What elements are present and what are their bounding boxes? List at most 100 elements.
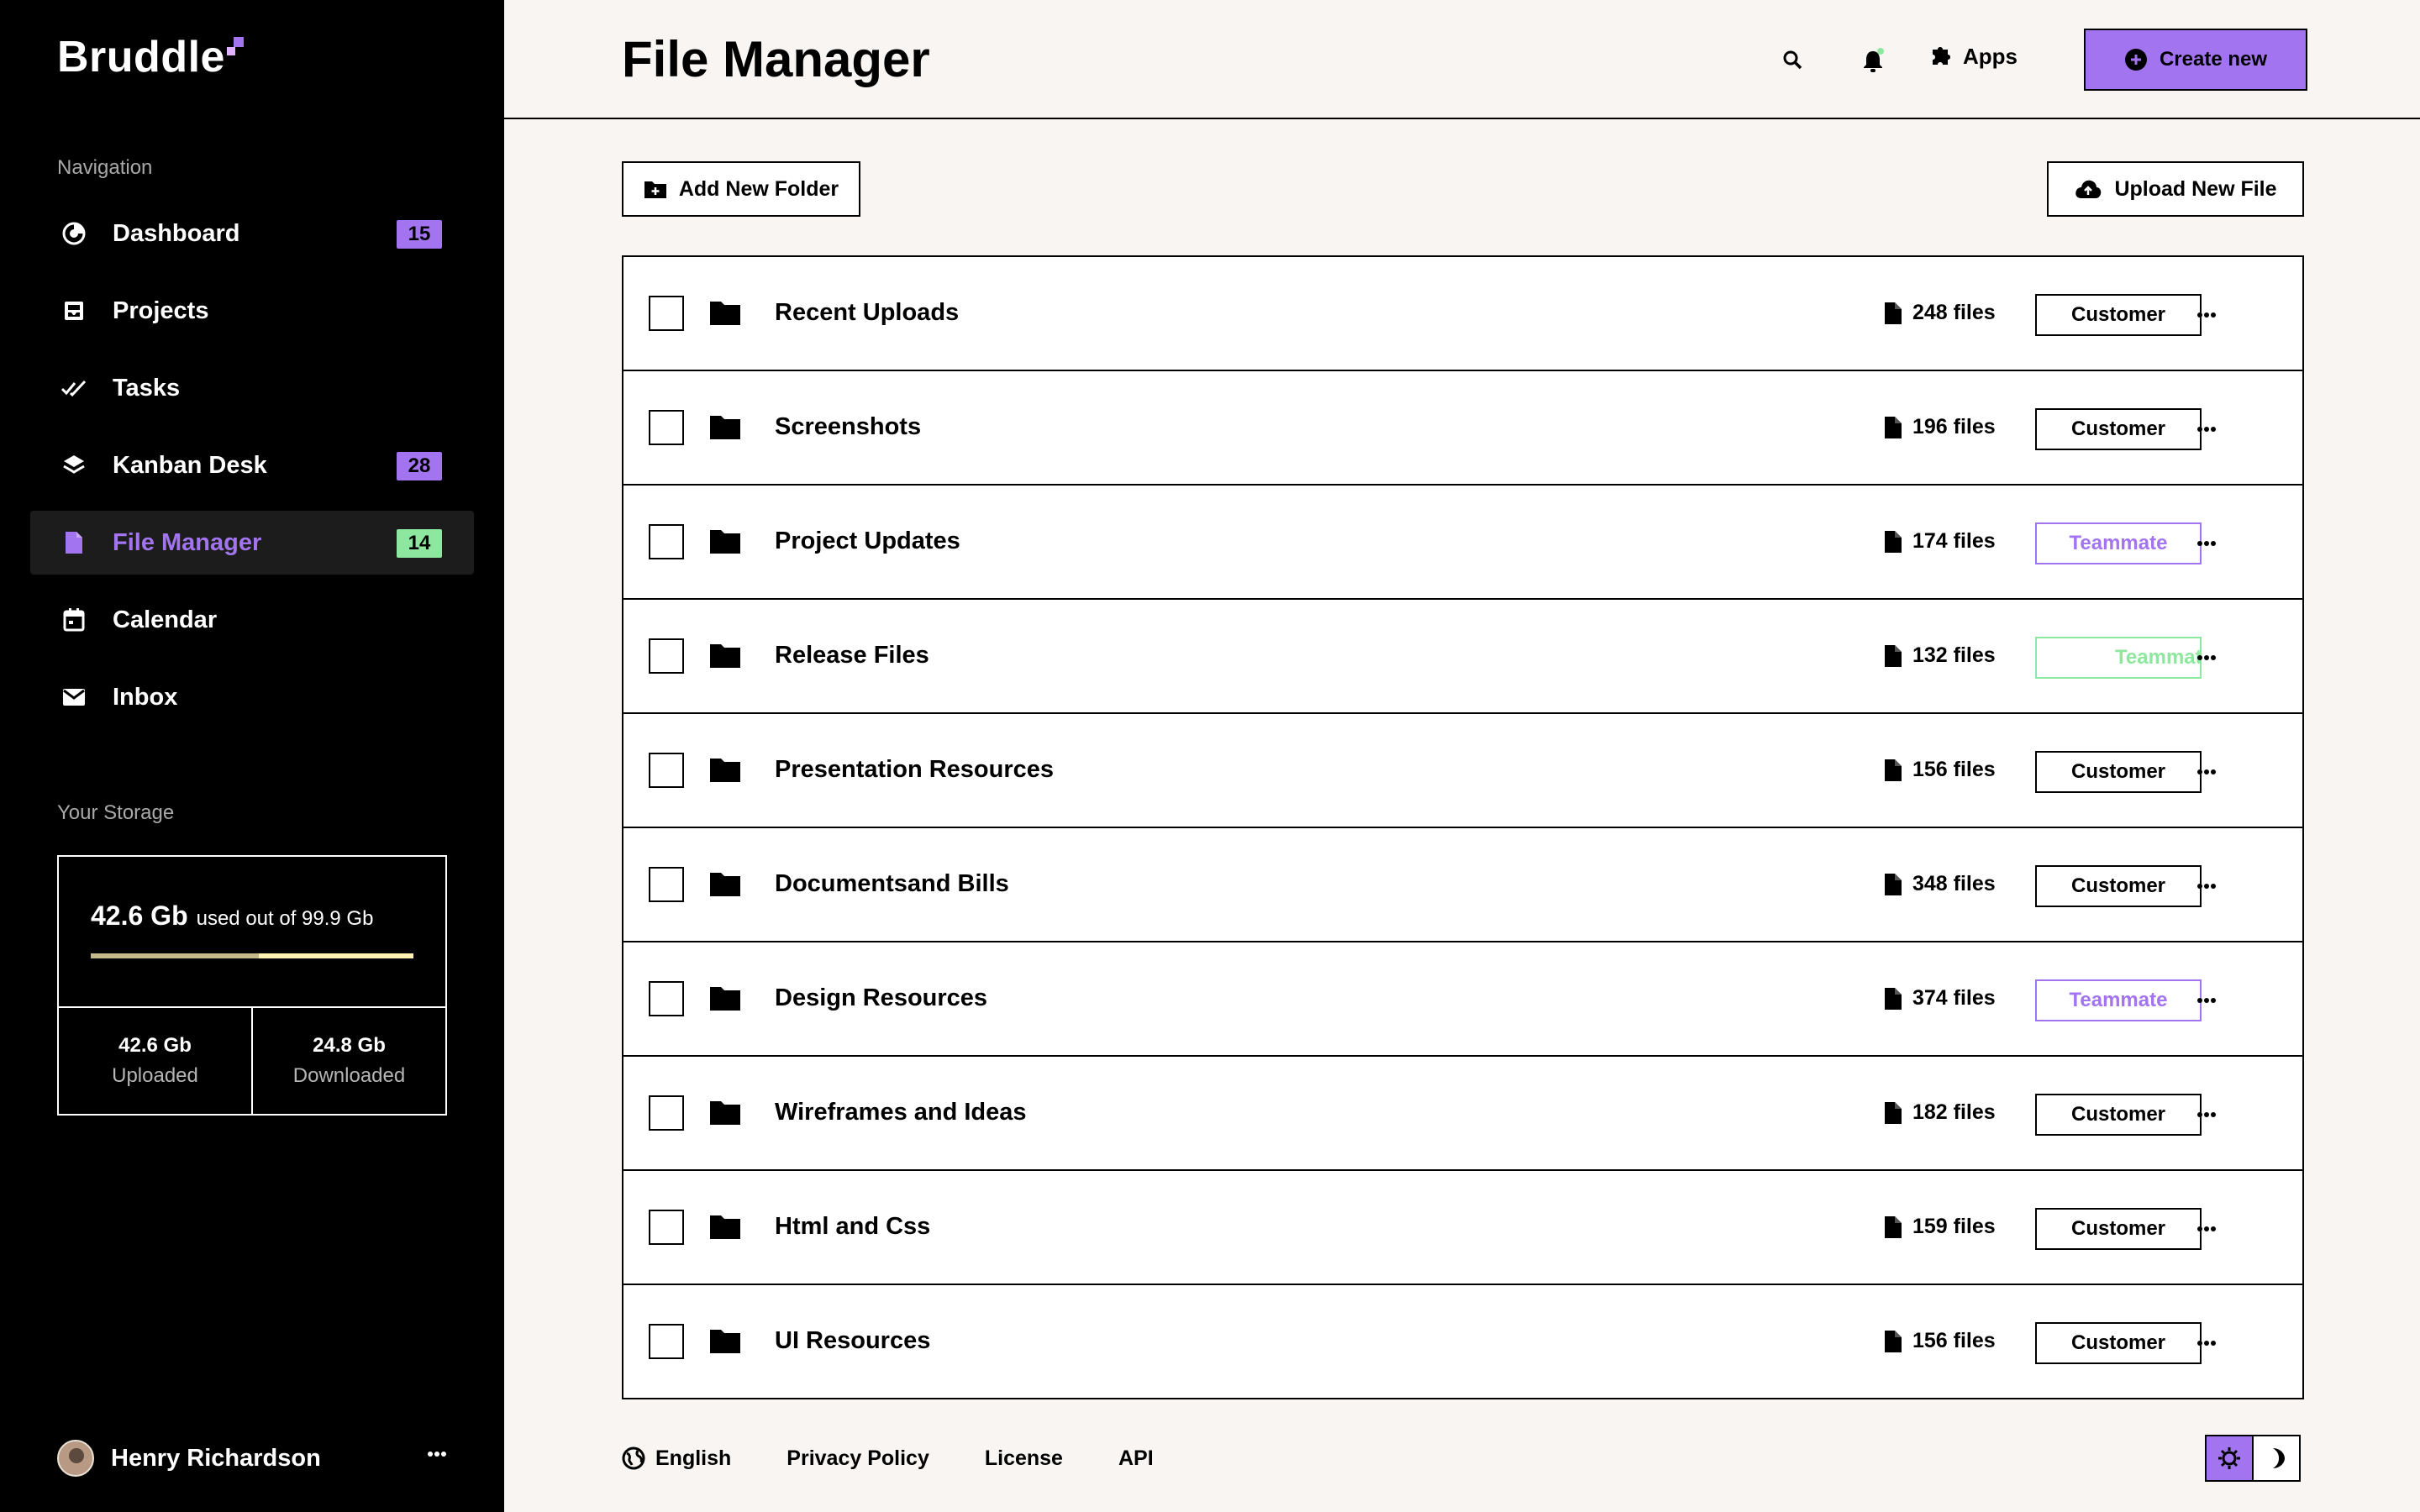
row-checkbox[interactable]	[649, 1095, 684, 1131]
api-link[interactable]: API	[1118, 1446, 1154, 1471]
file-count: 132 files	[1884, 643, 1996, 668]
folder-icon	[709, 1329, 741, 1358]
sidebar-item-projects[interactable]: Projects	[30, 279, 474, 343]
access-tag[interactable]: Customer	[2035, 1322, 2202, 1364]
user-more-icon[interactable]	[427, 1446, 447, 1462]
count-badge: 14	[397, 529, 442, 558]
access-tag[interactable]: Teammate	[2035, 522, 2202, 564]
row-more-icon[interactable]	[2181, 643, 2232, 672]
row-checkbox[interactable]	[649, 1324, 684, 1359]
access-tag[interactable]: Customer	[2035, 408, 2202, 450]
folder-row[interactable]: Release Files 132 files Teammate	[623, 600, 2302, 714]
sidebar-item-dashboard[interactable]: Dashboard 15	[30, 202, 474, 265]
file-count-label: 196 files	[1912, 415, 1996, 438]
add-new-folder-label: Add New Folder	[678, 176, 839, 201]
downloaded-stat: 24.8 Gb Downloaded	[251, 1008, 445, 1114]
access-tag[interactable]: Teammate	[2035, 637, 2202, 679]
folder-name: Screenshots	[775, 413, 922, 440]
user-profile[interactable]: Henry Richardson	[57, 1440, 447, 1477]
row-more-icon[interactable]	[2181, 1329, 2232, 1357]
double-check-icon	[57, 371, 91, 405]
sidebar-item-tasks[interactable]: Tasks	[30, 356, 474, 420]
row-more-icon[interactable]	[2181, 1215, 2232, 1243]
row-more-icon[interactable]	[2181, 415, 2232, 444]
access-tag[interactable]: Customer	[2035, 1208, 2202, 1250]
folder-name: UI Resources	[775, 1327, 931, 1354]
folder-row[interactable]: Screenshots 196 files Customer	[623, 371, 2302, 486]
sidebar-nav: Dashboard 15 Projects Tasks Kanban Desk …	[30, 202, 474, 743]
access-tag[interactable]: Teammate	[2035, 979, 2202, 1021]
folder-name: Wireframes and Ideas	[775, 1099, 1027, 1126]
row-checkbox[interactable]	[649, 1210, 684, 1245]
dark-mode-button[interactable]	[2254, 1436, 2299, 1480]
sidebar-item-label: Inbox	[113, 683, 178, 711]
file-icon	[1885, 644, 1902, 667]
row-checkbox[interactable]	[649, 638, 684, 674]
access-tag-label: Customer	[2070, 760, 2166, 783]
folder-list: Recent Uploads 248 files Customer Screensho…	[622, 255, 2304, 1399]
row-more-icon[interactable]	[2181, 758, 2232, 786]
row-more-icon[interactable]	[2181, 872, 2232, 900]
access-tag[interactable]: Customer	[2035, 294, 2202, 336]
access-tag-label: Teammate	[2069, 989, 2168, 1011]
apps-label: Apps	[1963, 44, 2018, 69]
row-checkbox[interactable]	[649, 296, 684, 331]
file-icon	[1885, 1215, 1902, 1238]
count-badge: 15	[397, 220, 442, 249]
file-count: 156 files	[1884, 758, 1996, 782]
access-tag-label: Customer	[2070, 1217, 2166, 1240]
globe-icon	[622, 1446, 645, 1470]
file-count-label: 374 files	[1912, 986, 1996, 1010]
upload-new-file-button[interactable]: Upload New File	[2047, 161, 2304, 217]
sidebar-item-calendar[interactable]: Calendar	[30, 588, 474, 652]
folder-row[interactable]: Recent Uploads 248 files Customer	[623, 257, 2302, 371]
avatar	[57, 1440, 94, 1477]
brand-logo[interactable]: Bruddle	[57, 32, 245, 82]
row-checkbox[interactable]	[649, 867, 684, 902]
access-tag[interactable]: Customer	[2035, 1094, 2202, 1136]
storage-card: 42.6 Gb used out of 99.9 Gb 42.6 Gb Uploa…	[57, 855, 447, 1116]
language-selector[interactable]: English	[622, 1446, 731, 1471]
downloaded-value: 24.8 Gb	[313, 1034, 386, 1057]
apps-button[interactable]: Apps	[1929, 42, 2018, 71]
row-checkbox[interactable]	[649, 753, 684, 788]
file-icon	[1885, 759, 1902, 781]
layers-icon	[57, 449, 91, 482]
folder-row[interactable]: Documentsand Bills 348 files Customer	[623, 828, 2302, 942]
count-badge: 28	[397, 452, 442, 480]
privacy-policy-link[interactable]: Privacy Policy	[786, 1446, 929, 1471]
row-more-icon[interactable]	[2181, 1100, 2232, 1129]
folder-row[interactable]: UI Resources 156 files Customer	[623, 1285, 2302, 1399]
row-more-icon[interactable]	[2181, 301, 2232, 329]
row-checkbox[interactable]	[649, 410, 684, 445]
folder-row[interactable]: Design Resources 374 files Teammate	[623, 942, 2302, 1057]
add-new-folder-button[interactable]: Add New Folder	[622, 161, 860, 217]
row-checkbox[interactable]	[649, 524, 684, 559]
row-more-icon[interactable]	[2181, 986, 2232, 1015]
page-title: File Manager	[622, 31, 930, 87]
create-new-button[interactable]: Create new	[2084, 29, 2307, 91]
folder-row[interactable]: Presentation Resources 156 files Customer	[623, 714, 2302, 828]
folder-row[interactable]: Html and Css 159 files Customer	[623, 1171, 2302, 1285]
folder-row[interactable]: Project Updates 174 files Teammate	[623, 486, 2302, 600]
file-count: 196 files	[1884, 415, 1996, 439]
search-icon[interactable]	[1776, 44, 1810, 77]
row-checkbox[interactable]	[649, 981, 684, 1016]
folder-name: Documentsand Bills	[775, 870, 1009, 897]
navigation-heading: Navigation	[57, 156, 153, 179]
top-header: File Manager Apps Create new	[504, 0, 2420, 119]
folder-icon	[709, 529, 741, 559]
file-icon	[1885, 416, 1902, 438]
license-link[interactable]: License	[985, 1446, 1063, 1471]
sidebar-item-kanban-desk[interactable]: Kanban Desk 28	[30, 433, 474, 497]
light-mode-button[interactable]	[2207, 1436, 2254, 1480]
uploaded-value: 42.6 Gb	[118, 1034, 192, 1057]
access-tag[interactable]: Customer	[2035, 751, 2202, 793]
folder-row[interactable]: Wireframes and Ideas 182 files Customer	[623, 1057, 2302, 1171]
inbox-tray-icon	[57, 294, 91, 328]
row-more-icon[interactable]	[2181, 529, 2232, 558]
notification-bell-icon[interactable]	[1857, 44, 1891, 77]
sidebar-item-file-manager[interactable]: File Manager 14	[30, 511, 474, 575]
sidebar-item-inbox[interactable]: Inbox	[30, 665, 474, 729]
access-tag[interactable]: Customer	[2035, 865, 2202, 907]
